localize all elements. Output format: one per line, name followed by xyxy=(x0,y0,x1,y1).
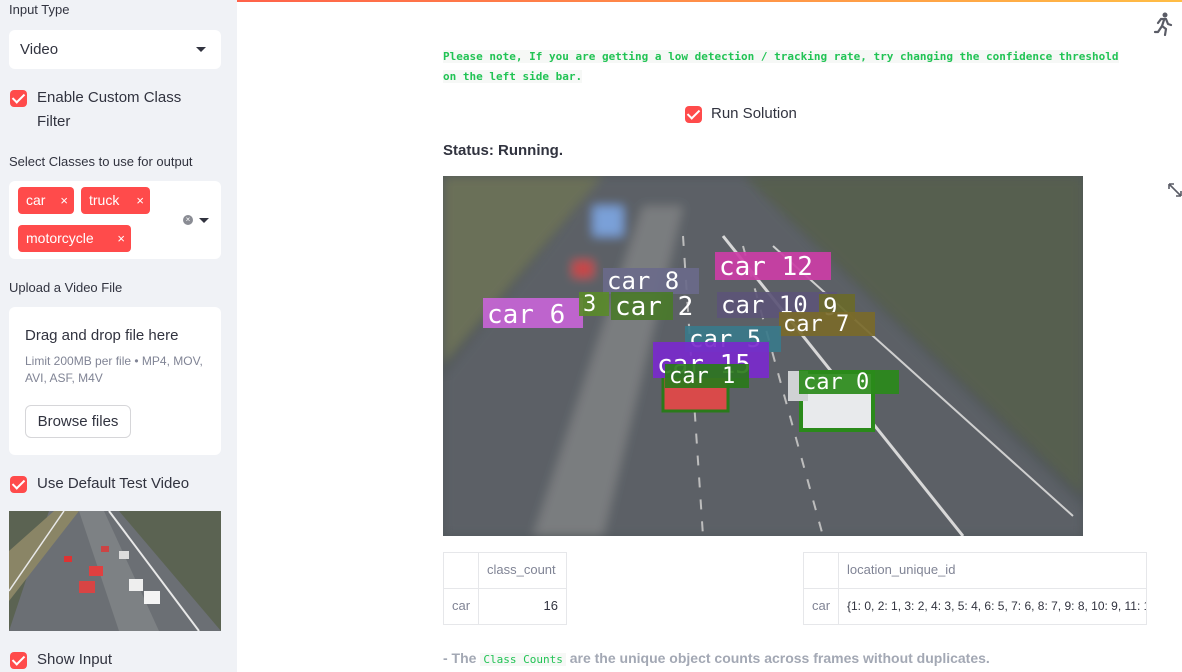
clear-icon[interactable]: × xyxy=(183,215,193,225)
class-tag-label: car xyxy=(26,192,46,208)
row-label: car xyxy=(444,589,479,625)
input-type-label: Input Type xyxy=(9,2,70,17)
show-input-checkbox[interactable] xyxy=(10,652,27,669)
class-tag-car: car × xyxy=(18,187,74,214)
class-tag-label: motorcycle xyxy=(26,230,94,246)
class-count-table: class_count car 16 xyxy=(443,552,567,625)
class-tag-label: truck xyxy=(89,192,120,208)
column-header: location_unique_id xyxy=(839,553,1147,589)
show-input-label: Show Input xyxy=(37,651,113,668)
default-video-label: Use Default Test Video xyxy=(37,475,190,492)
confidence-note: Please note, If you are getting a low de… xyxy=(443,47,1133,87)
row-label: car xyxy=(804,589,839,625)
detection-label: car 0 xyxy=(799,370,899,395)
upload-label: Upload a Video File xyxy=(9,280,123,295)
table-corner xyxy=(804,553,839,589)
dropzone-title: Drag and drop file here xyxy=(25,327,179,344)
remove-tag-icon[interactable]: × xyxy=(136,187,144,214)
input-type-value: Video xyxy=(20,41,59,58)
expand-icon[interactable] xyxy=(1167,182,1182,198)
run-solution-label: Run Solution xyxy=(711,105,797,122)
detection-label-text: car 6 xyxy=(487,300,565,330)
table-corner xyxy=(444,553,479,589)
detection-label-text: car 1 xyxy=(669,364,735,389)
note-prefix: - The xyxy=(443,650,477,666)
video-frame: car 12 car 8 car 10 9 car 7 car 6 3 car 2 car 5c… xyxy=(443,176,1083,536)
confidence-note-text: Please note, If you are getting a low de… xyxy=(443,50,1119,83)
run-solution-checkbox[interactable] xyxy=(685,106,702,123)
class-tag-truck: truck × xyxy=(81,187,150,214)
sidebar: Input Type Video Enable Custom Class Fil… xyxy=(0,0,237,672)
detection-label-text: car 2 xyxy=(615,292,693,322)
input-type-select[interactable]: Video xyxy=(9,30,221,69)
detection-label: car 6 xyxy=(483,298,583,330)
browse-files-button[interactable]: Browse files xyxy=(25,405,131,438)
chevron-down-icon xyxy=(196,47,206,52)
detection-label-text: car 7 xyxy=(783,312,849,337)
road-thumbnail-image xyxy=(9,511,221,631)
detection-label-text: 3 xyxy=(583,292,596,317)
column-header: class_count xyxy=(479,553,567,589)
classes-label: Select Classes to use for output xyxy=(9,154,193,169)
table-cell: 16 xyxy=(479,589,567,625)
detection-label: car 12 xyxy=(715,252,831,282)
detection-label: car 1 xyxy=(665,364,749,389)
detection-label-text: car 8 xyxy=(607,267,679,295)
detection-label: car 8 xyxy=(603,267,699,295)
class-counts-code: Class Counts xyxy=(480,653,566,666)
input-video-thumbnail[interactable] xyxy=(9,511,221,631)
location-id-table: location_unique_id car {1: 0, 2: 1, 3: 2… xyxy=(803,552,1147,625)
detection-label: car 7 xyxy=(779,312,875,337)
classes-multiselect[interactable]: car × truck × motorcycle × × xyxy=(9,181,221,259)
table-cell: {1: 0, 2: 1, 3: 2, 4: 3, 5: 4, 6: 5, 7: … xyxy=(839,589,1147,625)
status-text: Status: Running. xyxy=(443,142,563,159)
detection-label: 3 xyxy=(579,292,609,317)
dropzone-limit: Limit 200MB per file • MP4, MOV, AVI, AS… xyxy=(25,354,203,385)
remove-tag-icon[interactable]: × xyxy=(60,187,68,214)
detection-label-text: car 12 xyxy=(719,252,813,282)
class-counts-note: - The Class Counts are the unique object… xyxy=(443,650,990,666)
note-suffix: are the unique object counts across fram… xyxy=(569,650,990,666)
class-tag-motorcycle: motorcycle × xyxy=(18,225,131,252)
detection-label: car 2 xyxy=(611,292,693,322)
chevron-down-icon[interactable] xyxy=(199,218,209,223)
custom-filter-label: Enable Custom Class Filter xyxy=(37,89,182,130)
running-man-icon xyxy=(1153,12,1173,36)
detection-label-text: car 0 xyxy=(803,370,869,395)
custom-filter-checkbox[interactable] xyxy=(10,90,27,107)
remove-tag-icon[interactable]: × xyxy=(117,225,125,252)
default-video-checkbox[interactable] xyxy=(10,476,27,493)
file-dropzone[interactable]: Drag and drop file here Limit 200MB per … xyxy=(9,307,221,455)
video-scene: car 12car 8car 10 9car 7car 6 3 car 2car 5c… xyxy=(443,176,1083,536)
